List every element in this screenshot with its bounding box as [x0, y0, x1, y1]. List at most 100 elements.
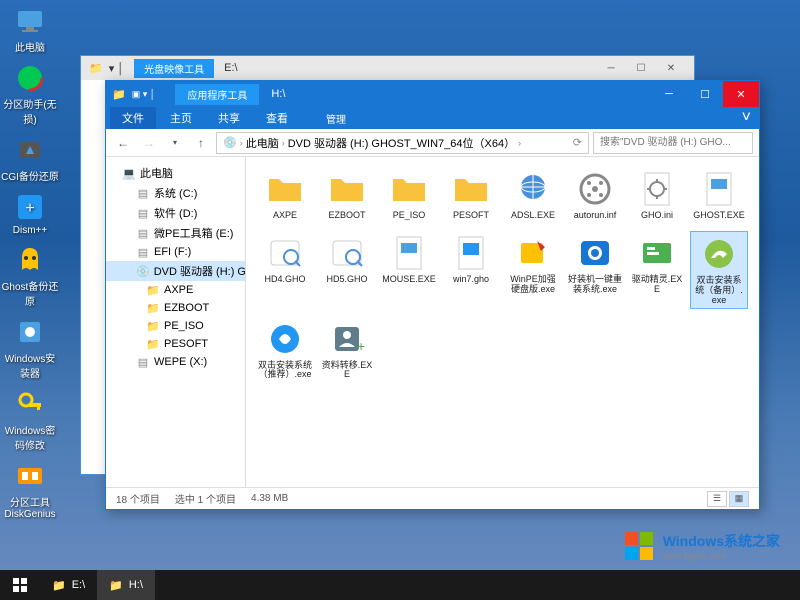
file-item[interactable]: MOUSE.EXE	[380, 231, 438, 309]
partition-icon	[14, 62, 46, 94]
file-item[interactable]: WinPE加强硬盘版.exe	[504, 231, 562, 309]
tree-item[interactable]: ▤系统 (C:)	[106, 183, 245, 203]
file-pane[interactable]: AXPEEZBOOT PE_ISO PESOFTADSL.EXEautorun.in…	[246, 157, 759, 487]
start-button[interactable]	[0, 570, 40, 600]
desktop-icon-label: 分区助手(无损)	[0, 96, 60, 126]
desktop-icon-label: Windows安装器	[0, 350, 60, 380]
file-label: GHO.ini	[630, 211, 684, 221]
file-label: HD5.GHO	[320, 275, 374, 285]
file-item[interactable]: GHO.ini	[628, 167, 686, 223]
menu-view[interactable]: 查看	[254, 107, 300, 129]
tree-item[interactable]: ▤WEPE (X:)	[106, 353, 245, 371]
tree-item[interactable]: 💿DVD 驱动器 (H:) G...	[106, 261, 245, 281]
close-button[interactable]: ✕	[723, 81, 759, 107]
file-item[interactable]: AXPE	[256, 167, 314, 223]
file-item[interactable]: PESOFT	[442, 167, 500, 223]
file-item[interactable]: 好装机一键重装系统.exe	[566, 231, 624, 309]
exe-ghost-icon	[699, 169, 739, 209]
maximize-button-back[interactable]: ☐	[626, 58, 656, 78]
history-dropdown[interactable]: ▾	[164, 132, 186, 154]
file-item[interactable]: GHOST.EXE	[690, 167, 748, 223]
folder-icon	[389, 169, 429, 209]
desktop-icon-partition[interactable]: 分区助手(无损)	[0, 62, 60, 126]
file-item[interactable]: +资料转移.EXE	[318, 317, 376, 383]
breadcrumb-pc[interactable]: 此电脑	[246, 135, 279, 151]
desktop-icon-diskgenius[interactable]: 分区工具DiskGenius	[0, 460, 60, 520]
tree-item[interactable]: 📁AXPE	[106, 281, 245, 299]
desktop-icon-cgi[interactable]: CGI备份还原	[0, 134, 60, 183]
maximize-button[interactable]: ☐	[687, 81, 723, 107]
tree-item[interactable]: 💻此电脑	[106, 163, 245, 183]
file-item[interactable]: PE_ISO	[380, 167, 438, 223]
svg-text:+: +	[25, 200, 34, 217]
tree-item[interactable]: 📁PESOFT	[106, 335, 245, 353]
menu-share[interactable]: 共享	[206, 107, 252, 129]
file-item[interactable]: 双击安装系统（推荐）.exe	[256, 317, 314, 383]
refresh-icon[interactable]: ⟳	[573, 136, 582, 149]
up-button[interactable]: ↑	[190, 132, 212, 154]
tree-item[interactable]: ▤微PE工具箱 (E:)	[106, 223, 245, 243]
file-item[interactable]: 双击安装系统（备用）.exe	[690, 231, 748, 309]
tree-item[interactable]: ▤EFI (F:)	[106, 243, 245, 261]
tree-label: PE_ISO	[164, 320, 204, 332]
file-label: 双击安装系统（备用）.exe	[693, 276, 745, 306]
qat-icon[interactable]: ▣ ▾ │	[132, 89, 156, 100]
drive-icon: ▤	[136, 245, 150, 259]
gho-icon	[265, 233, 305, 273]
nav-tree: 💻此电脑▤系统 (C:)▤软件 (D:)▤微PE工具箱 (E:)▤EFI (F:…	[106, 157, 246, 487]
svg-text:+: +	[357, 338, 365, 354]
menu-home[interactable]: 主页	[158, 107, 204, 129]
tree-item[interactable]: ▤软件 (D:)	[106, 203, 245, 223]
file-item[interactable]: win7.gho	[442, 231, 500, 309]
file-item[interactable]: HD4.GHO	[256, 231, 314, 309]
file-grid: AXPEEZBOOT PE_ISO PESOFTADSL.EXEautorun.in…	[256, 167, 749, 382]
desktop-icon-label: CGI备份还原	[0, 168, 60, 183]
close-button-back[interactable]: ✕	[656, 58, 686, 78]
back-button[interactable]: ←	[112, 132, 134, 154]
minimize-button[interactable]: ─	[651, 81, 687, 107]
ribbon-toggle-icon[interactable]: ˅	[734, 109, 759, 127]
taskbar-item[interactable]: 📁E:\	[40, 570, 97, 600]
folder-icon: 📁	[146, 337, 160, 351]
forward-button[interactable]: →	[138, 132, 160, 154]
desktop-icon-wininst[interactable]: Windows安装器	[0, 316, 60, 380]
file-label: PE_ISO	[382, 211, 436, 221]
desktop-icon-dism[interactable]: +Dism++	[0, 191, 60, 236]
breadcrumb[interactable]: 💿 › 此电脑 › DVD 驱动器 (H:) GHOST_WIN7_64位（X6…	[216, 132, 589, 154]
file-item[interactable]: HD5.GHO	[318, 231, 376, 309]
ini-icon	[637, 169, 677, 209]
view-details-button[interactable]: ☰	[707, 491, 727, 507]
menu-file[interactable]: 文件	[110, 107, 156, 129]
window-title-back: E:\	[224, 62, 237, 74]
desktop: 此电脑分区助手(无损) CGI备份还原 +Dism++ Ghost备份还原 Window…	[0, 0, 70, 528]
exe-net-icon	[513, 169, 553, 209]
status-size: 4.38 MB	[251, 493, 288, 504]
file-item[interactable]: autorun.inf	[566, 167, 624, 223]
desktop-icon-winpwd[interactable]: Windows密码修改	[0, 388, 60, 452]
file-item[interactable]: EZBOOT	[318, 167, 376, 223]
menu-manage[interactable]: 管理	[314, 108, 358, 129]
dvd-icon: 💿	[136, 264, 150, 278]
desktop-icon-ghost[interactable]: Ghost备份还原	[0, 244, 60, 308]
exe-install-icon	[265, 319, 305, 359]
context-tab: 应用程序工具	[175, 84, 259, 105]
search-input[interactable]	[593, 132, 753, 154]
exe-generic-icon	[389, 233, 429, 273]
file-item[interactable]: 驱动精灵.EXE	[628, 231, 686, 309]
folder-icon: 📁	[146, 319, 160, 333]
folder-icon	[451, 169, 491, 209]
tree-item[interactable]: 📁EZBOOT	[106, 299, 245, 317]
context-tab-back: 光盘映像工具	[134, 59, 214, 78]
minimize-button-back[interactable]: ─	[596, 58, 626, 78]
titlebar[interactable]: 📁 ▣ ▾ │ 应用程序工具 H:\ ─ ☐ ✕	[106, 81, 759, 107]
tree-item[interactable]: 📁 PE_ISO	[106, 317, 245, 335]
desktop-icon-pc[interactable]: 此电脑	[0, 5, 60, 54]
breadcrumb-drive[interactable]: DVD 驱动器 (H:) GHOST_WIN7_64位（X64）	[288, 135, 515, 151]
view-icons-button[interactable]: ▦	[729, 491, 749, 507]
file-label: GHOST.EXE	[692, 211, 746, 221]
statusbar: 18 个项目 选中 1 个项目 4.38 MB ☰ ▦	[106, 487, 759, 509]
file-item[interactable]: ADSL.EXE	[504, 167, 562, 223]
address-bar: ← → ▾ ↑ 💿 › 此电脑 › DVD 驱动器 (H:) GHOST_WIN…	[106, 129, 759, 157]
folder-icon: 📁	[112, 88, 126, 101]
taskbar-item[interactable]: 📁H:\	[97, 570, 155, 600]
